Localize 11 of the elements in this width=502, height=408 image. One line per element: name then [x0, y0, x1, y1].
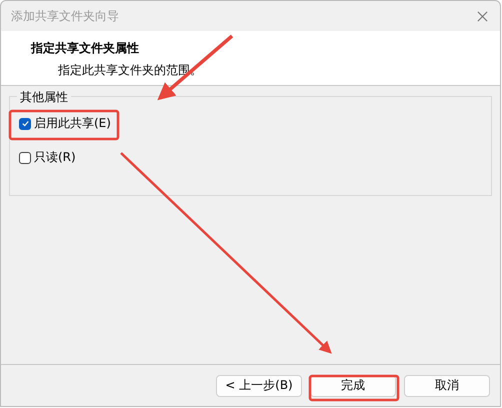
checkmark-icon — [20, 119, 30, 128]
checkbox[interactable] — [19, 118, 31, 130]
page-heading: 指定共享文件夹属性 — [31, 40, 140, 57]
back-button[interactable]: < 上一步(B) — [216, 374, 302, 396]
close-icon[interactable] — [477, 10, 488, 22]
group-title: 其他属性 — [17, 89, 71, 106]
window-title: 添加共享文件夹向导 — [11, 8, 119, 24]
checkbox[interactable] — [19, 152, 31, 164]
checkbox-label[interactable]: 启用此共享(E) — [34, 115, 111, 132]
checkbox-label[interactable]: 只读(R) — [34, 149, 76, 166]
cancel-button[interactable]: 取消 — [404, 374, 490, 396]
